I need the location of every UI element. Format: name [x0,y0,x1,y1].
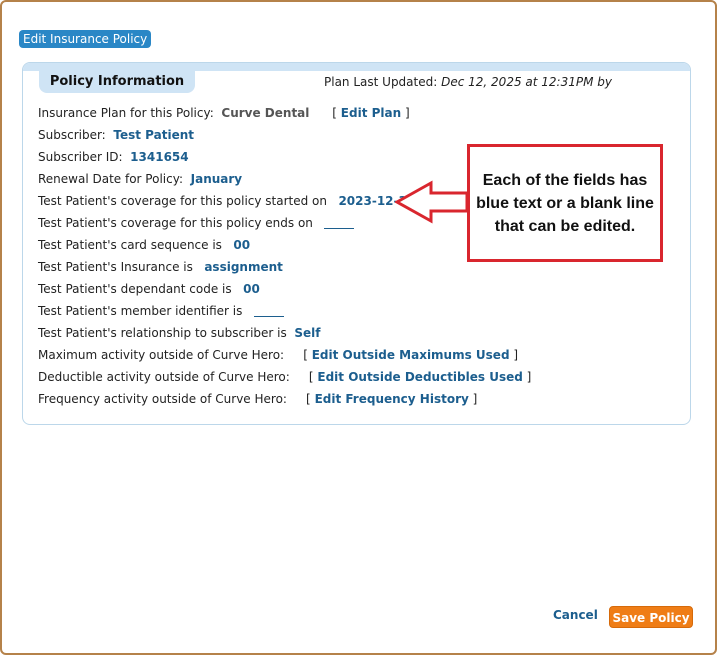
edit-insurance-policy-dialog: Edit Insurance Policy Policy Information… [0,0,717,655]
row-subscriber-id: Subscriber ID: 1341654 [38,149,189,165]
coverage-end-blank-field[interactable] [324,218,355,229]
annotation-line-2: blue text or a blank line [476,195,654,212]
plan-last-updated-label: Plan Last Updated: [324,75,438,89]
dependant-code-value[interactable]: 00 [243,282,260,296]
annotation-arrow-icon [395,180,469,224]
subscriber-id-label: Subscriber ID: [38,150,123,164]
annotation-line-1: Each of the fields has [482,172,648,189]
frequency-activity-label: Frequency activity outside of Curve Hero… [38,392,287,406]
relationship-value[interactable]: Self [294,326,320,340]
edit-outside-deductibles-link[interactable]: Edit Outside Deductibles Used [317,370,522,384]
member-identifier-label: Test Patient's member identifier is [38,304,243,318]
row-subscriber: Subscriber: Test Patient [38,127,194,143]
coverage-end-label: Test Patient's coverage for this policy … [38,216,313,230]
cancel-button[interactable]: Cancel [553,608,598,622]
insurance-assignment-label: Test Patient's Insurance is [38,260,193,274]
row-member-identifier: Test Patient's member identifier is [38,303,284,319]
subscriber-id-value[interactable]: 1341654 [130,150,188,164]
dialog-title: Edit Insurance Policy [19,30,152,48]
policy-information-tab: Policy Information [39,71,195,93]
maximum-activity-label: Maximum activity outside of Curve Hero: [38,348,285,362]
card-sequence-label: Test Patient's card sequence is [38,238,222,252]
dependant-code-label: Test Patient's dependant code is [38,282,232,296]
card-sequence-value[interactable]: 00 [233,238,250,252]
subscriber-value[interactable]: Test Patient [113,128,194,142]
row-maximum-activity: Maximum activity outside of Curve Hero: … [38,348,519,362]
edit-plan-link[interactable]: Edit Plan [341,106,401,120]
plan-last-updated: Plan Last Updated: Dec 12, 2025 at 12:31… [324,75,612,89]
deductible-activity-label: Deductible activity outside of Curve Her… [38,370,290,384]
renewal-date-value[interactable]: January [191,172,243,186]
subscriber-label: Subscriber: [38,128,106,142]
insurance-plan-label: Insurance Plan for this Policy: [38,106,214,120]
panel-header-bar [23,63,690,71]
member-identifier-blank-field[interactable] [253,306,284,317]
row-renewal-date: Renewal Date for Policy: January [38,171,242,187]
row-insurance-assignment: Test Patient's Insurance is assignment [38,259,283,275]
plan-last-updated-date: Dec 12, 2025 at 12:31PM by [441,75,612,89]
insurance-plan-value: Curve Dental [221,106,310,120]
row-insurance-plan: Insurance Plan for this Policy: Curve De… [38,106,410,120]
renewal-date-label: Renewal Date for Policy: [38,172,183,186]
row-relationship: Test Patient's relationship to subscribe… [38,325,321,341]
row-frequency-activity: Frequency activity outside of Curve Hero… [38,392,478,406]
row-coverage-end: Test Patient's coverage for this policy … [38,215,355,231]
edit-frequency-history-link[interactable]: Edit Frequency History [315,392,469,406]
relationship-label: Test Patient's relationship to subscribe… [38,326,287,340]
annotation-line-3: that can be edited. [494,218,636,235]
row-dependant-code: Test Patient's dependant code is 00 [38,281,260,297]
edit-outside-maximums-link[interactable]: Edit Outside Maximums Used [312,348,510,362]
insurance-assignment-value[interactable]: assignment [204,260,283,274]
save-policy-button[interactable]: Save Policy [609,606,693,628]
row-coverage-start: Test Patient's coverage for this policy … [38,193,415,209]
annotation-callout: Each of the fields has blue text or a bl… [467,144,663,262]
row-deductible-activity: Deductible activity outside of Curve Her… [38,370,532,384]
coverage-start-label: Test Patient's coverage for this policy … [38,194,327,208]
row-card-sequence: Test Patient's card sequence is 00 [38,237,250,253]
